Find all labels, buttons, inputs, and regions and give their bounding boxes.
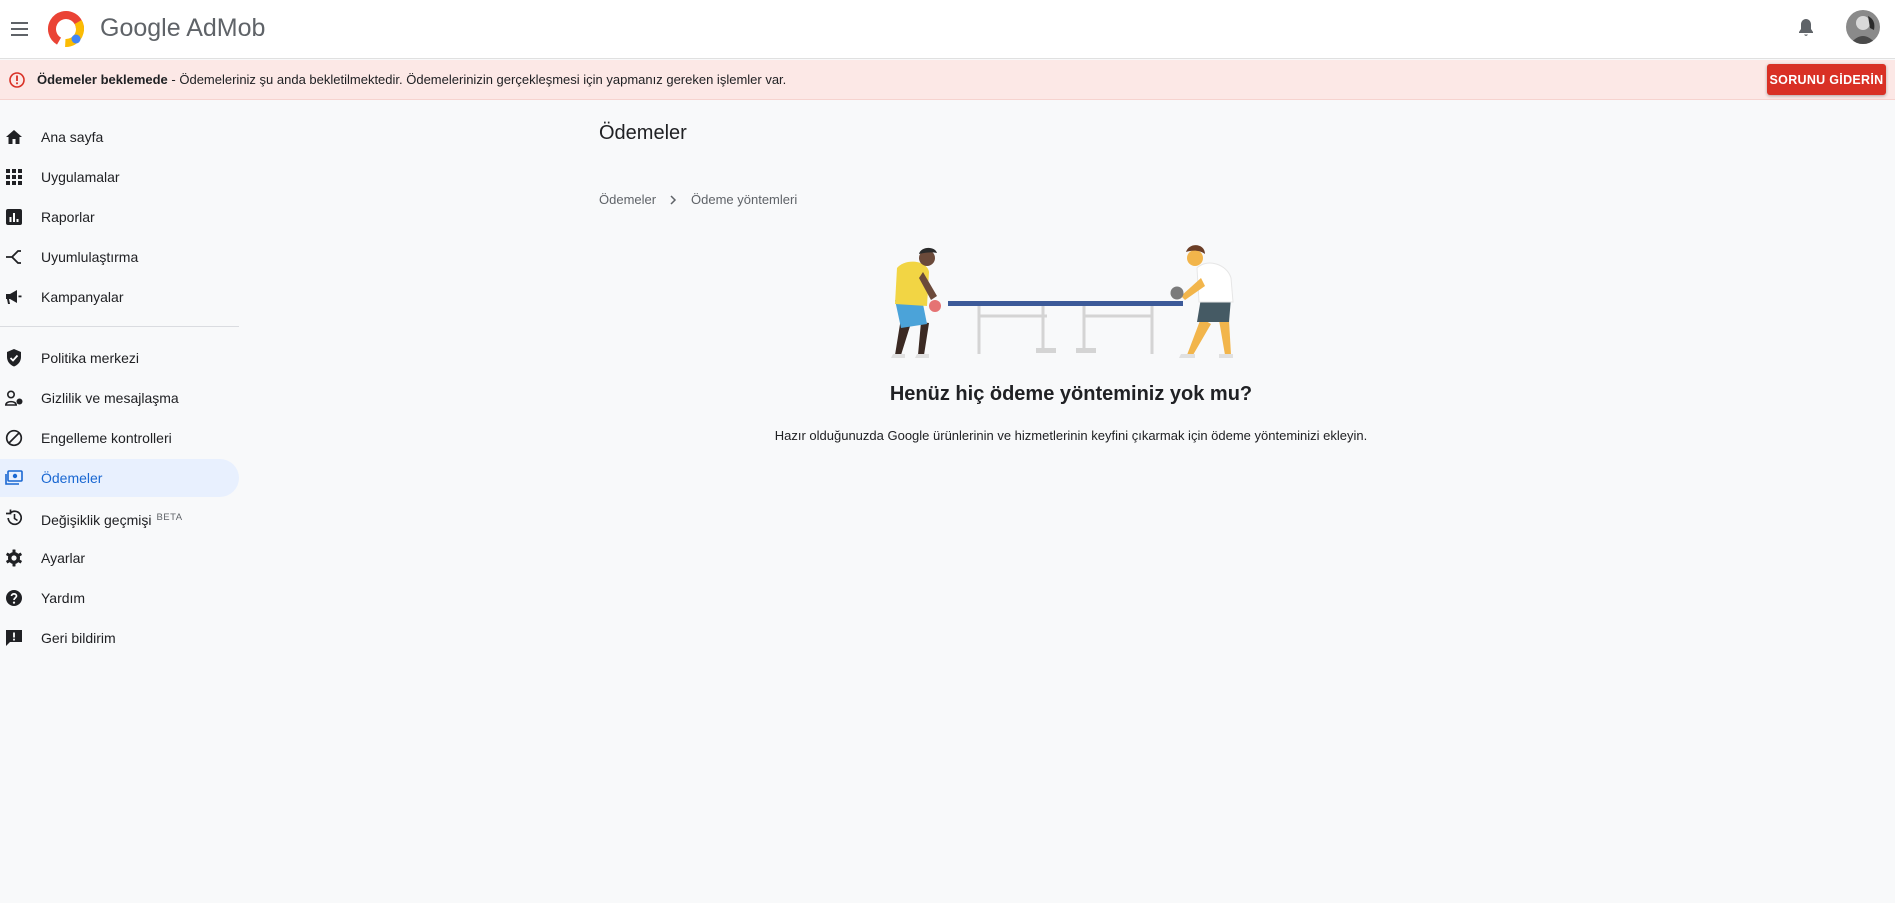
sidebar-item-label: Yardım	[41, 590, 86, 606]
mediation-icon	[5, 248, 23, 266]
empty-state-title: Henüz hiç ödeme yönteminiz yok mu?	[889, 383, 1253, 405]
sidebar-item-apps[interactable]: Uygulamalar	[0, 158, 239, 196]
alert-title: Ödemeler beklemede	[37, 72, 168, 87]
help-icon	[5, 589, 23, 607]
empty-state-description: Hazır olduğunuzda Google ürünlerinin ve …	[774, 428, 1368, 443]
sidebar-item-policy-center[interactable]: Politika merkezi	[0, 339, 239, 377]
sidebar-item-settings[interactable]: Ayarlar	[0, 539, 239, 577]
alert-message: Ödemeler beklemede - Ödemeleriniz şu and…	[37, 72, 786, 88]
sidebar-item-label-text: Değişiklik geçmişi	[41, 512, 152, 528]
sidebar-item-label: Kampanyalar	[41, 289, 124, 305]
sidebar-divider	[0, 326, 239, 327]
payments-on-hold-banner: Ödemeler beklemede - Ödemeleriniz şu and…	[0, 60, 1895, 100]
sidebar-item-campaigns[interactable]: Kampanyalar	[0, 278, 239, 316]
table-tennis-table	[948, 301, 1183, 354]
bar-chart-icon	[5, 208, 23, 226]
sidebar-item-change-history[interactable]: Değişiklik geçmişi BETA	[0, 499, 239, 537]
left-player-figure	[891, 247, 941, 358]
chevron-right-icon	[666, 192, 680, 208]
avatar-photo-icon	[1846, 10, 1880, 44]
product-name: Google AdMob	[100, 13, 265, 43]
hamburger-menu-icon	[11, 22, 28, 36]
ping-pong-illustration	[891, 245, 1234, 358]
sidebar-item-label: Geri bildirim	[41, 630, 116, 646]
admob-logo-icon[interactable]	[47, 10, 85, 48]
menu-button[interactable]	[4, 13, 36, 45]
fix-issue-button[interactable]: SORUNU GİDERİN	[1767, 64, 1886, 95]
megaphone-icon	[5, 288, 23, 306]
notifications-button[interactable]	[1790, 12, 1822, 44]
breadcrumb-current: Ödeme yöntemleri	[691, 192, 798, 207]
sidebar-item-home[interactable]: Ana sayfa	[0, 118, 239, 156]
gear-icon	[5, 549, 23, 567]
sidebar-item-mediation[interactable]: Uyumlulaştırma	[0, 238, 239, 276]
brand-product: AdMob	[186, 14, 266, 42]
history-icon	[5, 509, 23, 527]
feedback-icon	[5, 629, 23, 647]
sidebar-item-reports[interactable]: Raporlar	[0, 198, 239, 236]
bell-icon	[1799, 19, 1813, 36]
top-app-bar: Google AdMob	[0, 0, 1895, 59]
sidebar-item-help[interactable]: Yardım	[0, 579, 239, 617]
sidebar-item-label: Politika merkezi	[41, 350, 140, 366]
sidebar-item-label: Değişiklik geçmişi BETA	[41, 510, 183, 528]
sidebar-item-payments[interactable]: Ödemeler	[0, 459, 239, 497]
sidebar-item-label: Ana sayfa	[41, 129, 104, 145]
apps-grid-icon	[5, 168, 23, 186]
sidebar-item-feedback[interactable]: Geri bildirim	[0, 619, 239, 657]
page-title: Ödemeler	[599, 122, 687, 144]
home-icon	[5, 128, 23, 146]
beta-badge: BETA	[156, 512, 183, 523]
brand-google: Google	[100, 14, 181, 42]
sidebar-item-label: Uygulamalar	[41, 169, 120, 185]
sidebar-item-label: Ayarlar	[41, 550, 86, 566]
shield-check-icon	[5, 349, 23, 367]
breadcrumb-payments-link[interactable]: Ödemeler	[599, 192, 656, 208]
sidebar-item-label: Ödemeler	[41, 470, 103, 486]
error-alert-icon	[9, 72, 25, 88]
payments-icon	[5, 469, 23, 487]
alert-body: - Ödemeleriniz şu anda bekletilmektedir.…	[167, 72, 787, 87]
sidebar-item-label: Uyumlulaştırma	[41, 249, 139, 265]
sidebar-item-label: Raporlar	[41, 209, 95, 225]
account-avatar[interactable]	[1846, 10, 1880, 44]
